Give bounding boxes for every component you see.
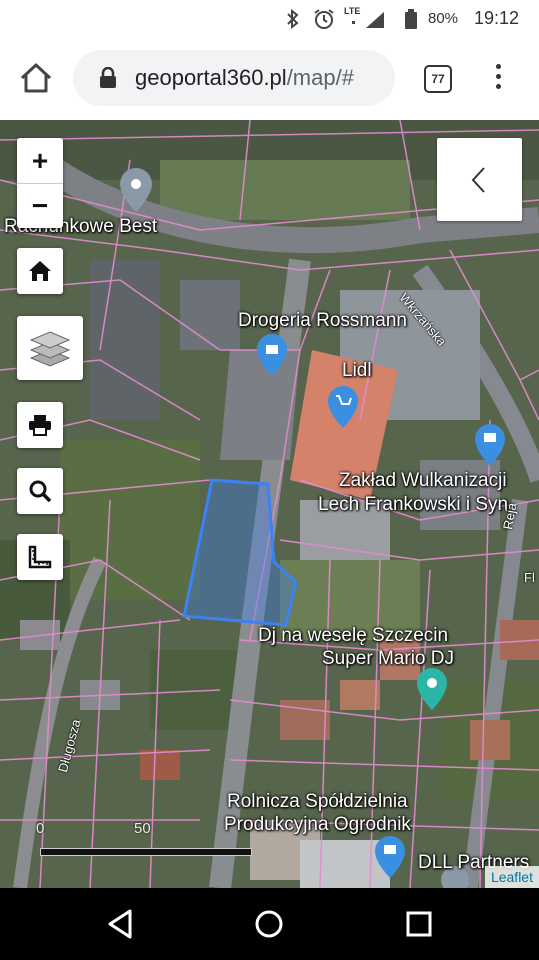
browser-toolbar: geoportal360.pl/map/# 77 [0, 38, 539, 120]
search-button[interactable] [17, 468, 63, 514]
leaflet-attribution-link[interactable]: Leaflet [484, 866, 539, 888]
scale-mid-label: 50 [134, 820, 151, 837]
url-domain: geoportal360.pl [135, 65, 287, 90]
scale-start-label: 0 [36, 820, 45, 837]
scale-bar [40, 848, 252, 856]
chevron-left-icon [471, 167, 485, 193]
home-view-icon [29, 261, 51, 281]
place-label-rossmann[interactable]: Drogeria Rossmann [238, 310, 407, 332]
url-path: /map/# [286, 65, 354, 90]
street-label-fl: Fl [524, 570, 535, 585]
status-bar: LTE 80% 19:12 [0, 0, 539, 38]
sidebar-toggle-button[interactable] [437, 138, 522, 221]
bluetooth-icon [287, 9, 299, 29]
ruler-icon [28, 545, 52, 569]
tab-switcher-button[interactable]: 77 [424, 65, 452, 93]
android-nav-bar [0, 888, 539, 960]
zoom-control: + − [17, 138, 63, 228]
zoom-out-button[interactable]: − [17, 183, 63, 229]
recents-icon[interactable] [401, 906, 437, 942]
alarm-icon [314, 9, 334, 29]
battery-icon [405, 9, 417, 29]
zoom-in-button[interactable]: + [17, 138, 63, 184]
map-scale: 0 50 [36, 820, 252, 860]
address-bar[interactable]: geoportal360.pl/map/# [73, 50, 395, 106]
print-icon [29, 415, 51, 436]
lock-icon [100, 67, 116, 88]
home-view-button[interactable] [17, 248, 63, 294]
home-circle-icon[interactable] [251, 906, 287, 942]
print-button[interactable] [17, 402, 63, 448]
zoom-out-icon: − [31, 190, 49, 221]
place-label-zaklad-line2[interactable]: Lech Frankowski i Syn [318, 494, 508, 516]
overflow-menu-button[interactable] [488, 64, 508, 94]
map-view[interactable]: Rachunkowe Best Drogeria Rossmann Lidl Z… [0, 120, 539, 888]
layers-icon [29, 331, 71, 367]
place-label-zaklad-line1[interactable]: Zakład Wulkanizacji [339, 470, 507, 492]
measure-button[interactable] [17, 534, 63, 580]
place-label-rolnicza-line1[interactable]: Rolnicza Spółdzielnia [227, 791, 408, 813]
place-label-dj-line2[interactable]: Super Mario DJ [322, 648, 454, 670]
place-label-dj-line1[interactable]: Dj na weselę Szczecin [258, 625, 448, 647]
signal-icon [352, 12, 384, 28]
zoom-in-icon: + [31, 145, 49, 176]
search-icon [29, 480, 52, 503]
home-icon[interactable] [18, 60, 54, 96]
place-label-lidl[interactable]: Lidl [342, 360, 372, 382]
clock: 19:12 [474, 8, 520, 28]
place-label-rolnicza-line2[interactable]: Produkcyjna Ogrodnik [224, 814, 411, 836]
layers-button[interactable] [17, 316, 83, 380]
back-icon[interactable] [102, 906, 138, 942]
url-text: geoportal360.pl/map/# [135, 65, 393, 91]
battery-level: 80% [428, 10, 459, 27]
